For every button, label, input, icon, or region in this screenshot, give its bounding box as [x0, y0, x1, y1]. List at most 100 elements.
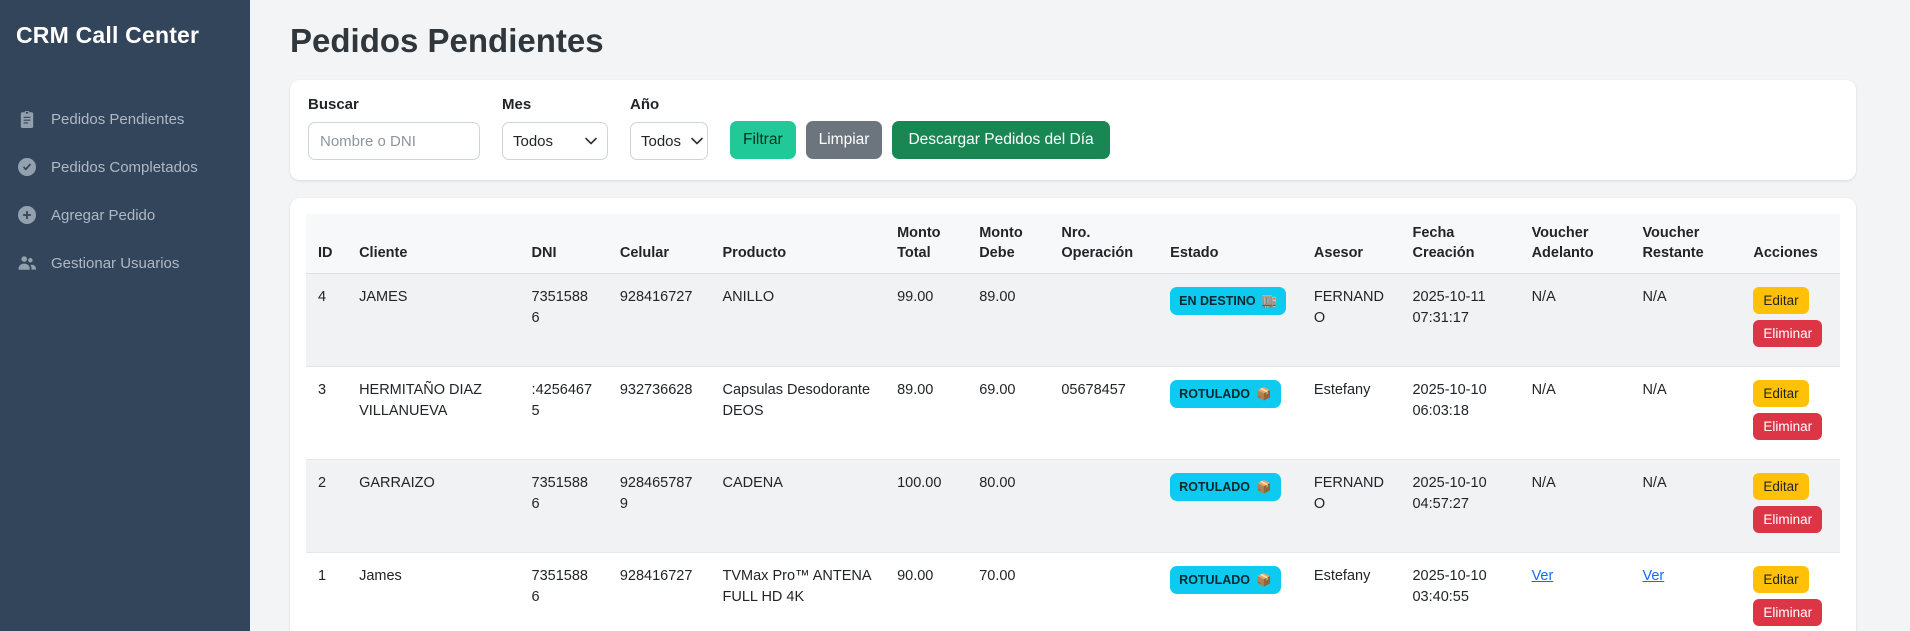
edit-button[interactable]: Editar [1753, 380, 1808, 407]
status-badge: ROTULADO 📦 [1170, 566, 1280, 594]
cell-cliente: HERMITAÑO DIAZ VILLANUEVA [347, 367, 519, 460]
search-input[interactable] [308, 122, 480, 160]
month-label: Mes [502, 96, 608, 113]
clipboard-icon [18, 110, 36, 128]
app-root: CRM Call Center Pedidos Pendientes Pedid… [0, 0, 1910, 631]
cell-estado: ROTULADO📦 [1158, 460, 1302, 553]
cell-acciones: Editar Eliminar [1741, 274, 1840, 367]
edit-button[interactable]: Editar [1753, 473, 1808, 500]
sidebar-item-pedidos-pendientes[interactable]: Pedidos Pendientes [0, 99, 250, 139]
cell-voucher-adelanto: Ver [1520, 553, 1631, 631]
table-row: 1James73515886928416727TVMax Pro™ ANTENA… [306, 553, 1840, 631]
column-header-monto-total: Monto Total [885, 214, 967, 274]
column-header-cliente: Cliente [347, 214, 519, 274]
cell-acciones: Editar Eliminar [1741, 553, 1840, 631]
delete-button[interactable]: Eliminar [1753, 599, 1822, 626]
chevron-down-icon [691, 135, 703, 147]
app-title: CRM Call Center [0, 16, 250, 59]
cell-asesor: FERNANDO [1302, 460, 1401, 553]
voucher-adelanto-link[interactable]: Ver [1532, 568, 1554, 584]
cell-asesor: FERNANDO [1302, 274, 1401, 367]
cell-fecha: 2025-10-10 06:03:18 [1400, 367, 1519, 460]
cell-monto-total: 99.00 [885, 274, 967, 367]
cell-cliente: James [347, 553, 519, 631]
cell-asesor: Estefany [1302, 553, 1401, 631]
year-select-value: Todos [641, 133, 681, 150]
column-header-monto-debe: Monto Debe [967, 214, 1049, 274]
sidebar-item-agregar-pedido[interactable]: Agregar Pedido [0, 195, 250, 235]
cell-id: 3 [306, 367, 347, 460]
cell-acciones: Editar Eliminar [1741, 367, 1840, 460]
search-field-group: Buscar [308, 96, 480, 160]
table-row: 2GARRAIZO735158869284657879CADENA100.008… [306, 460, 1840, 553]
edit-button[interactable]: Editar [1753, 287, 1808, 314]
year-field-group: Año Todos [630, 96, 708, 160]
cell-celular: 928416727 [608, 553, 711, 631]
voucher-restante-link[interactable]: Ver [1642, 568, 1664, 584]
column-header-estado: Estado [1158, 214, 1302, 274]
column-header-dni: DNI [520, 214, 608, 274]
cell-fecha: 2025-10-10 03:40:55 [1400, 553, 1519, 631]
cell-voucher-adelanto: N/A [1520, 367, 1631, 460]
column-header-voucher-restante: Voucher Restante [1630, 214, 1741, 274]
column-header-producto: Producto [711, 214, 886, 274]
chevron-down-icon [585, 135, 597, 147]
table-header-row: IDClienteDNICelularProductoMonto TotalMo… [306, 214, 1840, 274]
main-content: Pedidos Pendientes Buscar Mes Todos Año … [250, 0, 1910, 631]
cell-estado: EN DESTINO 🏬 [1158, 274, 1302, 367]
users-icon [18, 254, 36, 272]
clear-button[interactable]: Limpiar [806, 121, 883, 159]
orders-table: IDClienteDNICelularProductoMonto TotalMo… [306, 214, 1840, 631]
orders-table-card: IDClienteDNICelularProductoMonto TotalMo… [290, 198, 1856, 631]
cell-celular: 932736628 [608, 367, 711, 460]
cell-asesor: Estefany [1302, 367, 1401, 460]
delete-button[interactable]: Eliminar [1753, 413, 1822, 440]
cell-voucher-adelanto: N/A [1520, 274, 1631, 367]
filter-button[interactable]: Filtrar [730, 121, 796, 159]
status-badge: ROTULADO📦 [1170, 380, 1280, 408]
table-row: 4JAMES73515886928416727ANILLO99.0089.00E… [306, 274, 1840, 367]
cell-dni: :42564675 [520, 367, 608, 460]
cell-monto-total: 90.00 [885, 553, 967, 631]
sidebar-item-label: Agregar Pedido [51, 207, 155, 224]
cell-id: 4 [306, 274, 347, 367]
sidebar-item-pedidos-completados[interactable]: Pedidos Completados [0, 147, 250, 187]
month-field-group: Mes Todos [502, 96, 608, 160]
cell-producto: TVMax Pro™ ANTENA FULL HD 4K [711, 553, 886, 631]
sidebar-item-gestionar-usuarios[interactable]: Gestionar Usuarios [0, 243, 250, 283]
filter-bar: Buscar Mes Todos Año Todos [290, 80, 1856, 180]
cell-dni: 73515886 [520, 460, 608, 553]
check-circle-icon [18, 158, 36, 176]
cell-celular: 9284657879 [608, 460, 711, 553]
cell-voucher-adelanto: N/A [1520, 460, 1631, 553]
status-label: EN DESTINO [1179, 292, 1255, 310]
cell-producto: ANILLO [711, 274, 886, 367]
page-title: Pedidos Pendientes [290, 22, 1856, 60]
month-select[interactable]: Todos [502, 122, 608, 160]
status-label: ROTULADO [1179, 571, 1250, 589]
download-orders-button[interactable]: Descargar Pedidos del Día [892, 121, 1109, 159]
cell-monto-debe: 89.00 [967, 274, 1049, 367]
status-icon: 🏬 [1262, 292, 1278, 310]
cell-cliente: JAMES [347, 274, 519, 367]
cell-voucher-restante: N/A [1630, 460, 1741, 553]
delete-button[interactable]: Eliminar [1753, 506, 1822, 533]
column-header-id: ID [306, 214, 347, 274]
cell-cliente: GARRAIZO [347, 460, 519, 553]
cell-id: 1 [306, 553, 347, 631]
status-icon: 📦 [1256, 571, 1272, 589]
cell-nro-operacion [1049, 460, 1158, 553]
cell-fecha: 2025-10-11 07:31:17 [1400, 274, 1519, 367]
cell-monto-total: 100.00 [885, 460, 967, 553]
cell-producto: Capsulas Desodorante DEOS [711, 367, 886, 460]
year-select[interactable]: Todos [630, 122, 708, 160]
delete-button[interactable]: Eliminar [1753, 320, 1822, 347]
cell-voucher-restante: Ver [1630, 553, 1741, 631]
cell-monto-debe: 80.00 [967, 460, 1049, 553]
sidebar-item-label: Pedidos Pendientes [51, 111, 184, 128]
column-header-acciones: Acciones [1741, 214, 1840, 274]
status-label: ROTULADO [1179, 478, 1250, 496]
edit-button[interactable]: Editar [1753, 566, 1808, 593]
cell-producto: CADENA [711, 460, 886, 553]
cell-nro-operacion: 05678457 [1049, 367, 1158, 460]
